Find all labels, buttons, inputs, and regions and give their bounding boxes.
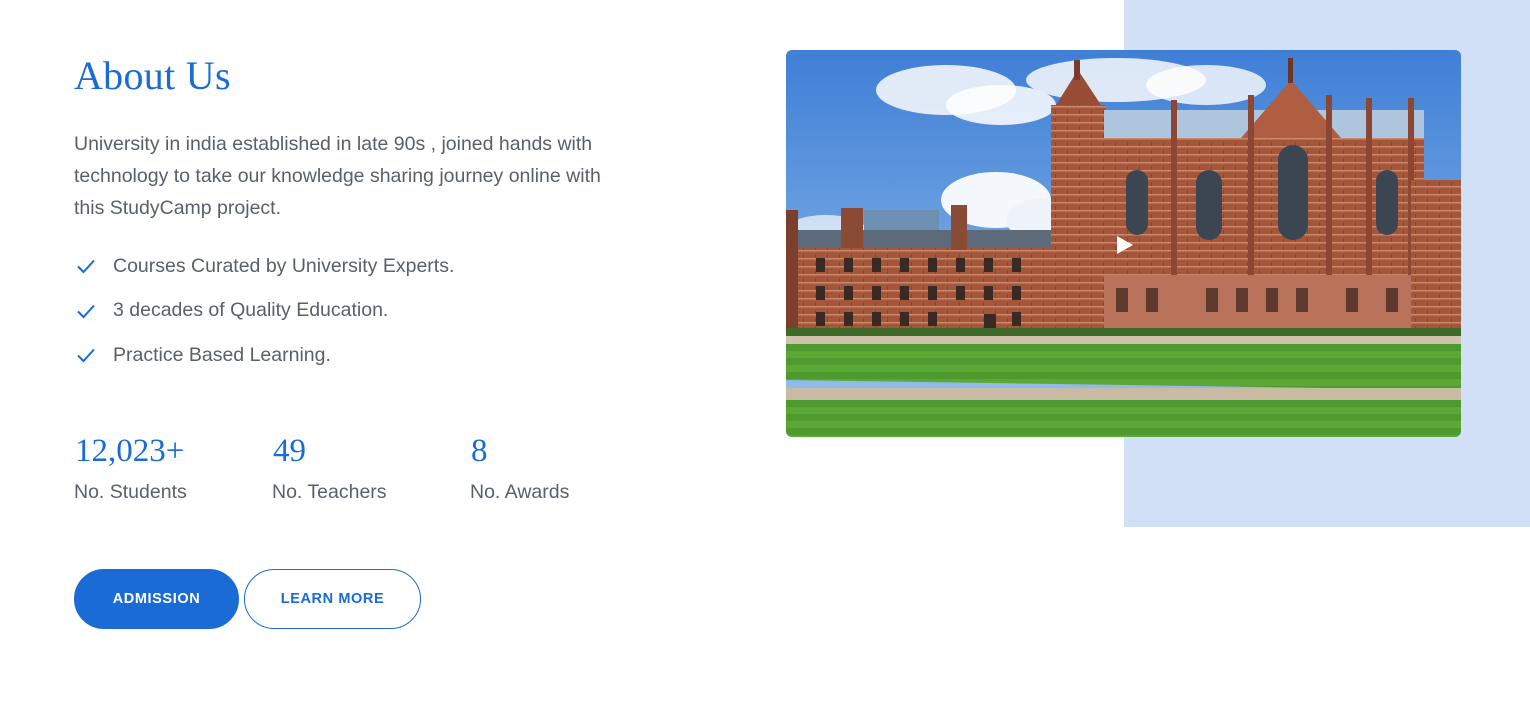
stat-teachers: 49 No. Teachers — [272, 430, 470, 504]
learn-more-button[interactable]: LEARN MORE — [244, 569, 421, 629]
section-title: About Us — [74, 53, 231, 98]
feature-item: Practice Based Learning. — [74, 333, 454, 378]
check-icon — [76, 345, 96, 365]
stat-students: 12,023+ No. Students — [74, 430, 272, 504]
play-icon[interactable] — [1112, 233, 1136, 257]
stat-value: 8 — [471, 433, 488, 469]
stat-value: 49 — [273, 433, 306, 469]
feature-text: 3 decades of Quality Education. — [113, 299, 389, 322]
check-icon — [76, 301, 96, 321]
stat-label: No. Awards — [470, 481, 570, 503]
stat-label: No. Students — [74, 481, 187, 503]
check-icon — [76, 256, 96, 276]
feature-item: 3 decades of Quality Education. — [74, 289, 454, 334]
feature-text: Courses Curated by University Experts. — [113, 254, 455, 277]
stats-row: 12,023+ No. Students 49 No. Teachers 8 N… — [74, 430, 668, 504]
stat-value: 12,023+ — [75, 433, 185, 469]
feature-item: Courses Curated by University Experts. — [74, 244, 454, 289]
cta-buttons: ADMISSION LEARN MORE — [74, 569, 421, 629]
admission-button[interactable]: ADMISSION — [74, 569, 239, 629]
feature-text: Practice Based Learning. — [113, 343, 331, 366]
about-description: University in india established in late … — [74, 133, 601, 219]
feature-list: Courses Curated by University Experts. 3… — [74, 244, 454, 378]
stat-label: No. Teachers — [272, 481, 387, 503]
campus-video-thumbnail[interactable] — [786, 50, 1461, 437]
stat-awards: 8 No. Awards — [470, 430, 668, 504]
